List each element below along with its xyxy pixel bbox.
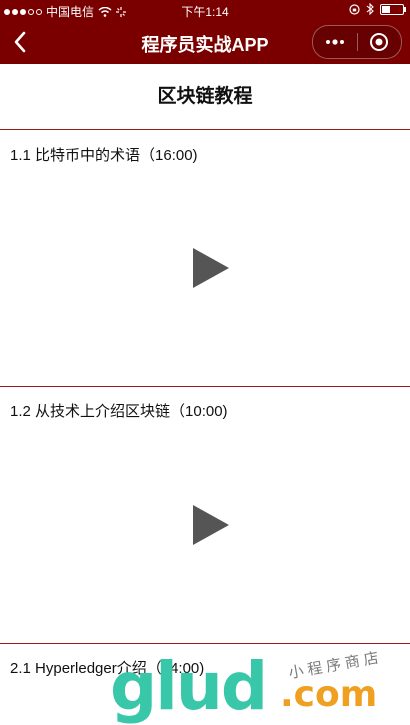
- lesson-title[interactable]: 1.1 比特币中的术语（16:00): [10, 144, 198, 165]
- target-icon: [370, 33, 389, 51]
- watermark-brand: glud: [110, 648, 268, 725]
- page-title: 区块链教程: [157, 86, 253, 107]
- play-icon[interactable]: [193, 248, 229, 288]
- rotation-lock-icon: [349, 3, 360, 15]
- more-button[interactable]: [313, 26, 357, 58]
- more-dots-icon: [325, 39, 344, 45]
- divider: [0, 643, 410, 644]
- navigation-bar: 程序员实战APP: [0, 20, 410, 64]
- play-icon[interactable]: [193, 505, 229, 545]
- status-right: [349, 3, 406, 15]
- watermark: glud .com 小程序商店: [110, 648, 410, 725]
- status-bar: 中国电信 下午1:14: [0, 0, 410, 20]
- bluetooth-icon: [366, 3, 374, 15]
- lesson-title[interactable]: 1.2 从技术上介绍区块链（10:00): [10, 400, 228, 421]
- close-miniprogram-button[interactable]: [357, 26, 401, 58]
- divider: [0, 129, 410, 130]
- capsule-menu: [312, 25, 402, 59]
- battery-icon: [380, 3, 406, 15]
- divider: [0, 386, 410, 387]
